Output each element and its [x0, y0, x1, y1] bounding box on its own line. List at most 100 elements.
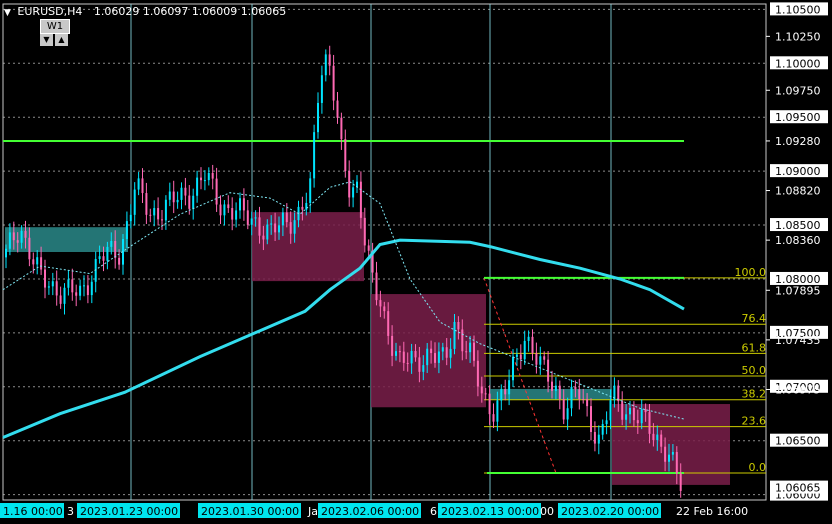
candle-body — [352, 187, 355, 198]
candle-body — [660, 434, 663, 447]
price-label: 1.10250 — [775, 30, 821, 43]
candle-body — [164, 199, 167, 221]
scroll-down-icon[interactable]: ▼ — [40, 34, 53, 46]
candle-body — [168, 191, 171, 200]
candle-body — [590, 406, 592, 433]
candle-body — [24, 230, 27, 238]
candle-body — [262, 235, 265, 240]
candle-body — [129, 214, 132, 222]
candle-body — [340, 117, 343, 140]
candle-body — [324, 54, 327, 76]
candle-body — [582, 399, 585, 401]
candle-body — [83, 285, 85, 287]
candle-body — [254, 217, 257, 219]
candle-body — [391, 335, 394, 356]
price-chart[interactable]: 100.0 76.4 61.8 50.0 38.2 23.6 0.0 1.10500 1.10… — [0, 0, 832, 524]
candle-body — [543, 356, 546, 360]
candle-body — [145, 193, 148, 215]
time-label: 00 — [540, 505, 554, 518]
current-price-label: 1.06065 — [775, 482, 821, 495]
candle-body — [527, 336, 530, 341]
candle-body — [480, 386, 483, 394]
candle-body — [67, 279, 70, 288]
candle-body — [305, 202, 308, 210]
candle-body — [44, 269, 46, 288]
candle-body — [137, 178, 140, 190]
candle-body — [192, 195, 195, 209]
candle-body — [16, 240, 19, 243]
candle-body — [437, 351, 440, 363]
scroll-up-icon[interactable]: ▲ — [55, 34, 68, 46]
candle-body — [328, 54, 331, 66]
candle-body — [211, 173, 214, 179]
candle-body — [215, 178, 218, 205]
candle-body — [207, 173, 210, 181]
candle-body — [63, 287, 66, 304]
candle-body — [648, 412, 651, 434]
candle-body — [484, 393, 487, 395]
candle-body — [656, 434, 659, 441]
candle-body — [98, 256, 101, 259]
candle-body — [317, 102, 319, 133]
candle-body — [566, 408, 569, 420]
price-label: 1.07435 — [775, 334, 821, 347]
candle-body — [161, 219, 163, 221]
candle-body — [570, 386, 573, 409]
time-label: 2023.01.30 00:00 — [201, 505, 299, 518]
candle-body — [621, 401, 624, 420]
candle-body — [153, 208, 156, 216]
candle-body — [445, 347, 448, 358]
candle-body — [406, 362, 409, 364]
time-label: 2023.02.20 00:00 — [561, 505, 659, 518]
candle-body — [32, 259, 35, 265]
price-label: 1.10500 — [775, 3, 821, 16]
candle-body — [668, 454, 670, 462]
time-axis[interactable]: 1.16 00:00 3 2023.01.23 00:00 2023.01.30 00… — [0, 503, 748, 518]
candle-body — [309, 178, 312, 203]
fib-level-label: 23.6 — [742, 415, 767, 428]
price-label: 1.09000 — [775, 165, 821, 178]
candle-body — [133, 189, 136, 215]
price-label: 1.09500 — [775, 111, 821, 124]
candle-body — [601, 424, 604, 435]
triangle-down-icon[interactable]: ▼ — [4, 8, 11, 18]
candle-body — [410, 350, 413, 364]
candle-body — [289, 222, 292, 234]
candle-body — [176, 199, 179, 203]
price-zone — [252, 212, 364, 282]
price-label: 1.06975 — [775, 383, 821, 396]
candle-body — [320, 75, 323, 103]
price-label: 1.08360 — [775, 234, 821, 247]
candle-body — [574, 386, 577, 390]
candle-body — [71, 279, 74, 293]
candle-body — [632, 408, 635, 421]
candle-body — [336, 100, 339, 118]
candle-body — [554, 385, 557, 391]
candle-body — [640, 409, 643, 424]
candle-body — [367, 245, 370, 251]
candle-body — [344, 139, 347, 172]
candle-body — [679, 473, 682, 491]
candle-body — [359, 181, 362, 218]
candle-body — [402, 351, 405, 363]
timeframe-w1-button[interactable]: W1 — [40, 19, 70, 34]
candle-body — [473, 342, 475, 361]
candle-body — [496, 400, 499, 422]
candle-body — [535, 353, 538, 365]
candle-body — [348, 171, 351, 198]
price-label: 1.07895 — [775, 284, 821, 297]
candle-body — [313, 132, 316, 179]
candle-body — [492, 414, 495, 422]
candle-body — [636, 420, 639, 424]
candle-body — [461, 329, 464, 352]
candle-body — [266, 224, 269, 240]
symbol-header: ▼ EURUSD,H4 1.06029 1.06097 1.06009 1.06… — [4, 5, 286, 18]
candle-body — [270, 223, 273, 225]
candle-body — [118, 257, 121, 265]
candle-body — [512, 356, 514, 381]
time-label: 22 Feb 16:00 — [676, 505, 748, 518]
time-label: 1.16 00:00 — [3, 505, 63, 518]
price-label: 1.09280 — [775, 135, 821, 148]
candle-body — [625, 414, 628, 420]
candle-body — [285, 212, 288, 223]
